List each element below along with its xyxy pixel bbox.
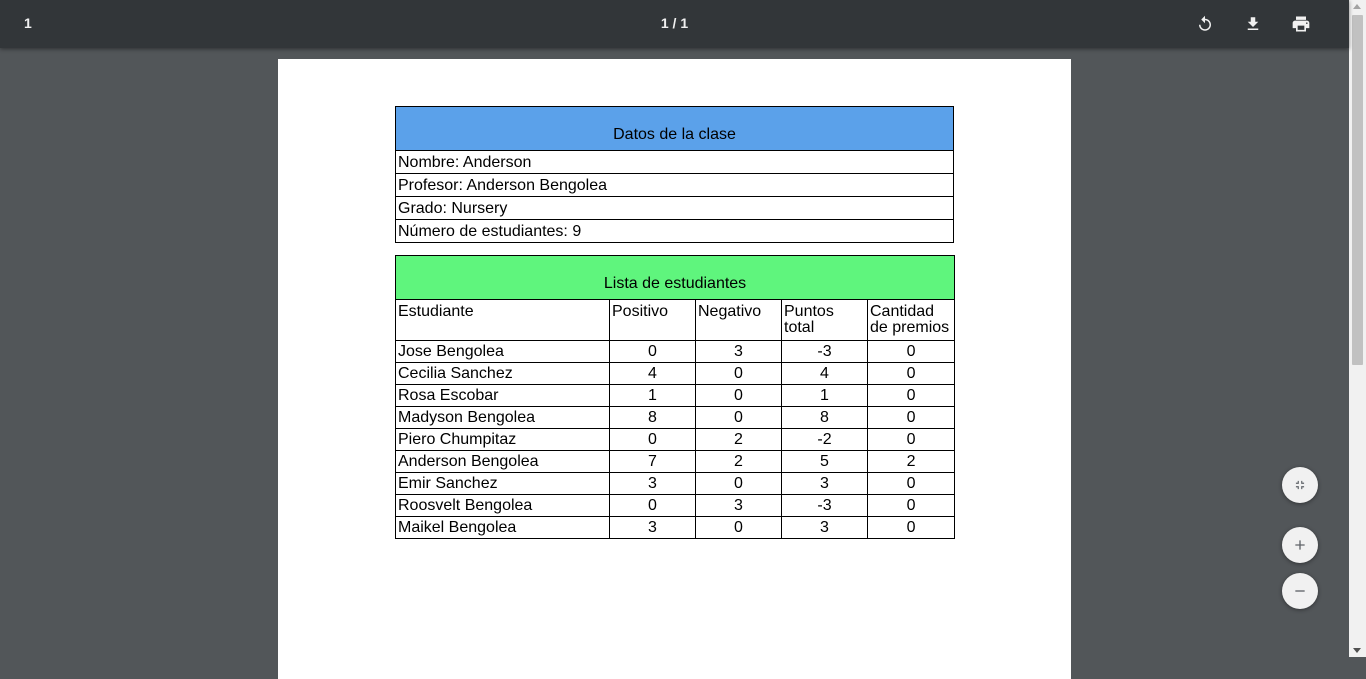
- student-name-cell: Anderson Bengolea: [395, 450, 610, 473]
- student-name-cell: Madyson Bengolea: [395, 406, 610, 429]
- fit-to-page-icon: [1295, 480, 1305, 490]
- column-header: Negativo: [695, 299, 782, 341]
- table-row: Cecilia Sanchez 4 0 4 0: [395, 362, 956, 385]
- print-icon: [1292, 16, 1310, 32]
- student-name-cell: Roosvelt Bengolea: [395, 494, 610, 517]
- table-row: Madyson Bengolea 8 0 8 0: [395, 406, 956, 429]
- zoom-out-button[interactable]: [1282, 573, 1318, 609]
- student-list-table: Lista de estudiantes Estudiante Positivo…: [394, 255, 956, 539]
- table-cell: 4: [609, 362, 696, 385]
- column-header-row: Estudiante Positivo Negativo Puntos tota…: [395, 299, 956, 341]
- table-cell: 0: [695, 384, 782, 407]
- table-cell: 0: [609, 428, 696, 451]
- table-cell: 3: [695, 494, 782, 517]
- table-row: Emir Sanchez 3 0 3 0: [395, 472, 956, 495]
- class-name-line: Nombre: Anderson: [395, 150, 954, 174]
- student-count-line: Número de estudiantes: 9: [395, 219, 954, 243]
- table-row: Anderson Bengolea 7 2 5 2: [395, 450, 956, 473]
- table-cell: 0: [866, 340, 956, 363]
- print-button[interactable]: [1289, 12, 1313, 36]
- zoom-in-icon: [1295, 540, 1305, 550]
- table-cell: 3: [695, 340, 782, 363]
- page-indicator: 1 / 1: [660, 15, 689, 31]
- teacher-line: Profesor: Anderson Bengolea: [395, 173, 954, 197]
- table-cell: 0: [866, 428, 956, 451]
- student-name-cell: Emir Sanchez: [395, 472, 610, 495]
- column-header: Puntos total: [781, 299, 868, 341]
- column-header: Positivo: [609, 299, 696, 341]
- student-name-cell: Jose Bengolea: [395, 340, 610, 363]
- table-row: Piero Chumpitaz 0 2 -2 0: [395, 428, 956, 451]
- student-name-cell: Maikel Bengolea: [395, 516, 610, 539]
- table-cell: 4: [781, 362, 868, 385]
- table-cell: 0: [866, 494, 956, 517]
- zoom-in-button[interactable]: [1282, 527, 1318, 563]
- table-cell: 3: [781, 516, 868, 539]
- table-row: Maikel Bengolea 3 0 3 0: [395, 516, 956, 539]
- table-cell: 2: [866, 450, 956, 473]
- class-info-table: Datos de la clase Nombre: Anderson Profe…: [395, 106, 954, 243]
- table-cell: 7: [609, 450, 696, 473]
- table-cell: 1: [781, 384, 868, 407]
- class-info-header: Datos de la clase: [395, 106, 954, 151]
- table-cell: 0: [866, 384, 956, 407]
- rotate-icon: [1199, 15, 1211, 31]
- table-cell: 0: [609, 340, 696, 363]
- student-list-header: Lista de estudiantes: [394, 255, 956, 300]
- download-button[interactable]: [1241, 12, 1265, 36]
- column-header: Cantidad de premios: [866, 299, 956, 341]
- fit-to-page-button[interactable]: [1282, 467, 1318, 503]
- table-cell: 0: [609, 494, 696, 517]
- table-cell: 3: [609, 516, 696, 539]
- table-cell: 0: [695, 516, 782, 539]
- vertical-scrollbar[interactable]: [1349, 0, 1366, 657]
- table-cell: -3: [781, 494, 868, 517]
- table-cell: 0: [866, 406, 956, 429]
- table-cell: 0: [866, 362, 956, 385]
- student-name-cell: Rosa Escobar: [395, 384, 610, 407]
- scroll-thumb[interactable]: [1352, 15, 1363, 365]
- table-cell: 0: [866, 472, 956, 495]
- scroll-up-arrow-icon[interactable]: [1353, 4, 1361, 9]
- student-name-cell: Piero Chumpitaz: [395, 428, 610, 451]
- student-name-cell: Cecilia Sanchez: [395, 362, 610, 385]
- table-cell: 1: [609, 384, 696, 407]
- table-cell: 2: [695, 450, 782, 473]
- table-cell: 2: [695, 428, 782, 451]
- table-cell: 8: [781, 406, 868, 429]
- table-cell: 8: [609, 406, 696, 429]
- grade-line: Grado: Nursery: [395, 196, 954, 220]
- table-cell: 3: [609, 472, 696, 495]
- table-row: Rosa Escobar 1 0 1 0: [395, 384, 956, 407]
- table-cell: 3: [781, 472, 868, 495]
- table-cell: 5: [781, 450, 868, 473]
- rotate-button[interactable]: [1193, 12, 1217, 36]
- scroll-down-arrow-icon[interactable]: [1353, 648, 1361, 653]
- table-cell: -3: [781, 340, 868, 363]
- table-cell: 0: [695, 472, 782, 495]
- table-cell: -2: [781, 428, 868, 451]
- download-icon: [1247, 17, 1259, 30]
- column-header: Estudiante: [395, 299, 610, 341]
- table-cell: 0: [866, 516, 956, 539]
- pdf-toolbar: 1 1 / 1: [0, 0, 1349, 48]
- table-cell: 0: [695, 362, 782, 385]
- pdf-page: Datos de la clase Nombre: Anderson Profe…: [278, 59, 1071, 679]
- zoom-out-icon: [1295, 590, 1305, 592]
- table-cell: 0: [695, 406, 782, 429]
- table-row: Jose Bengolea 0 3 -3 0: [395, 340, 956, 363]
- table-row: Roosvelt Bengolea 0 3 -3 0: [395, 494, 956, 517]
